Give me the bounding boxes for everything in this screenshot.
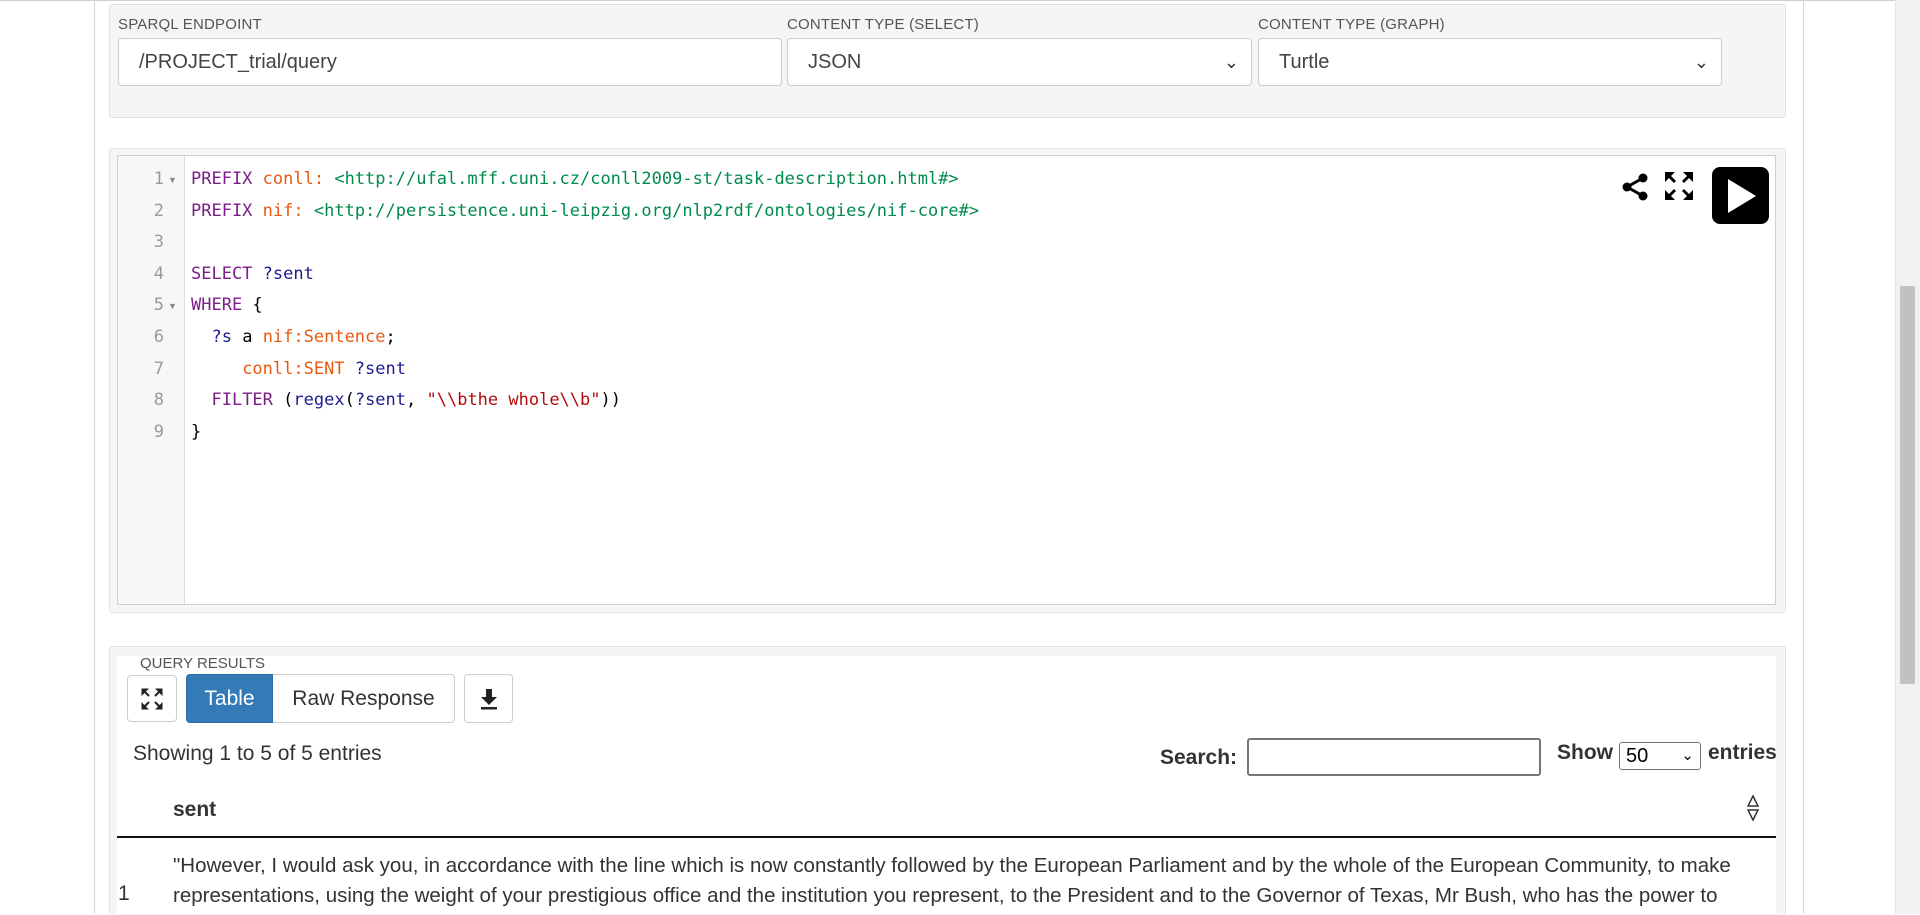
code-token: SELECT bbox=[191, 263, 253, 284]
play-icon bbox=[1728, 179, 1756, 213]
code-line: SELECT ?sent bbox=[191, 264, 314, 284]
table-cell-sent: "However, I would ask you, in accordance… bbox=[173, 854, 1731, 907]
line-number: 8 bbox=[153, 390, 164, 411]
search-label: Search: bbox=[1160, 746, 1238, 769]
run-query-button[interactable] bbox=[1712, 167, 1769, 224]
content-type-graph-label: CONTENT TYPE (GRAPH) bbox=[1258, 16, 1445, 33]
line-number: 4 bbox=[153, 263, 164, 284]
entries-per-page-value: 50 bbox=[1626, 745, 1649, 767]
entries-label: entries bbox=[1708, 741, 1777, 764]
scrollbar-thumb[interactable] bbox=[1900, 286, 1915, 684]
code-token: ?sent bbox=[354, 390, 407, 411]
sort-icon[interactable] bbox=[1746, 794, 1760, 822]
code-line: PREFIX conll: <http://ufal.mff.cuni.cz/c… bbox=[191, 169, 959, 189]
query-editor[interactable]: 1 ▼ 2 3 4 5 ▼ 6 7 8 9 PREFIX conll: <http://ufal.m… bbox=[117, 155, 1776, 605]
code-token: nif:Sentence bbox=[262, 327, 386, 347]
code-token: ?sent bbox=[262, 263, 314, 284]
code-line: } bbox=[191, 422, 201, 442]
chevron-down-icon: ⌄ bbox=[1693, 52, 1709, 72]
code-token: conll:SENT bbox=[242, 358, 345, 379]
code-token: ( bbox=[272, 390, 294, 411]
code-token: <http://ufal.mff.cuni.cz/conll2009-st/ta… bbox=[334, 169, 959, 189]
fullscreen-icon bbox=[141, 688, 163, 710]
chevron-down-icon: ⌄ bbox=[1223, 52, 1239, 72]
share-icon[interactable] bbox=[1620, 172, 1650, 202]
content-type-select-dropdown[interactable]: JSON ⌄ bbox=[787, 38, 1252, 86]
code-line: conll:SENT ?sent bbox=[191, 359, 406, 379]
page-border-right bbox=[1803, 0, 1804, 914]
expand-results-button[interactable] bbox=[127, 675, 177, 722]
tab-raw-response[interactable]: Raw Response bbox=[273, 674, 455, 723]
top-divider bbox=[0, 0, 1920, 1]
search-input[interactable] bbox=[1247, 738, 1541, 776]
code-token: PREFIX bbox=[191, 169, 253, 189]
content-type-graph-dropdown[interactable]: Turtle ⌄ bbox=[1258, 38, 1722, 86]
results-info-text: Showing 1 to 5 of 5 entries bbox=[133, 742, 382, 765]
code-line: PREFIX nif: <http://persistence.uni-leip… bbox=[191, 201, 979, 221]
page-border-left bbox=[94, 0, 95, 914]
code-token: )) bbox=[600, 390, 621, 411]
download-button[interactable] bbox=[464, 674, 513, 723]
fold-arrow-icon[interactable]: ▼ bbox=[168, 301, 177, 311]
code-token: ?sent bbox=[354, 358, 406, 379]
show-label: Show bbox=[1557, 741, 1613, 764]
entries-per-page-select[interactable]: 50 ⌄ bbox=[1619, 742, 1701, 770]
code-token: , bbox=[406, 390, 427, 411]
content-type-select-label: CONTENT TYPE (SELECT) bbox=[787, 16, 980, 33]
fullscreen-icon[interactable] bbox=[1663, 170, 1695, 202]
fold-arrow-icon[interactable]: ▼ bbox=[168, 175, 177, 185]
line-number-gutter: 1 ▼ 2 3 4 5 ▼ 6 7 8 9 bbox=[118, 156, 185, 604]
line-number: 5 bbox=[153, 295, 164, 316]
content-type-select-value: JSON bbox=[808, 51, 862, 73]
vertical-scrollbar[interactable] bbox=[1895, 0, 1920, 914]
code-token: } bbox=[191, 421, 202, 442]
code-token: a bbox=[231, 327, 263, 347]
code-line: ?s a nif:Sentence; bbox=[191, 327, 396, 347]
table-header-divider bbox=[117, 836, 1776, 838]
line-number: 1 bbox=[153, 169, 164, 189]
code-token: ( bbox=[344, 390, 355, 411]
code-token: ; bbox=[385, 327, 396, 347]
code-token: <http://persistence.uni-leipzig.org/nlp2… bbox=[313, 200, 980, 221]
line-number: 9 bbox=[153, 421, 164, 442]
code-token: regex bbox=[293, 390, 345, 411]
code-line: FILTER (regex(?sent, "\\bthe whole\\b")) bbox=[191, 390, 621, 410]
code-token: PREFIX bbox=[191, 200, 253, 221]
line-number: 2 bbox=[153, 200, 164, 221]
query-results-label: QUERY RESULTS bbox=[140, 655, 266, 672]
sparql-endpoint-input[interactable]: /PROJECT_trial/query bbox=[118, 38, 782, 86]
chevron-down-icon: ⌄ bbox=[1681, 747, 1694, 764]
code-token: { bbox=[242, 295, 263, 316]
sparql-endpoint-label: SPARQL ENDPOINT bbox=[118, 16, 262, 33]
download-icon bbox=[481, 689, 497, 710]
code-token: ?s bbox=[211, 327, 232, 347]
code-token: WHERE bbox=[191, 295, 243, 316]
code-token: nif: bbox=[262, 200, 304, 221]
line-number: 6 bbox=[153, 327, 164, 347]
tab-table[interactable]: Table bbox=[186, 674, 273, 723]
code-token: "\\bthe whole\\b" bbox=[426, 390, 601, 411]
code-line: WHERE { bbox=[191, 295, 263, 315]
column-header-sent[interactable]: sent bbox=[173, 798, 216, 822]
code-token: conll: bbox=[262, 169, 325, 189]
line-number: 3 bbox=[153, 232, 164, 253]
line-number: 7 bbox=[153, 358, 164, 379]
table-row-number: 1 bbox=[118, 882, 130, 905]
code-token: FILTER bbox=[211, 390, 273, 411]
content-type-graph-value: Turtle bbox=[1279, 51, 1330, 73]
